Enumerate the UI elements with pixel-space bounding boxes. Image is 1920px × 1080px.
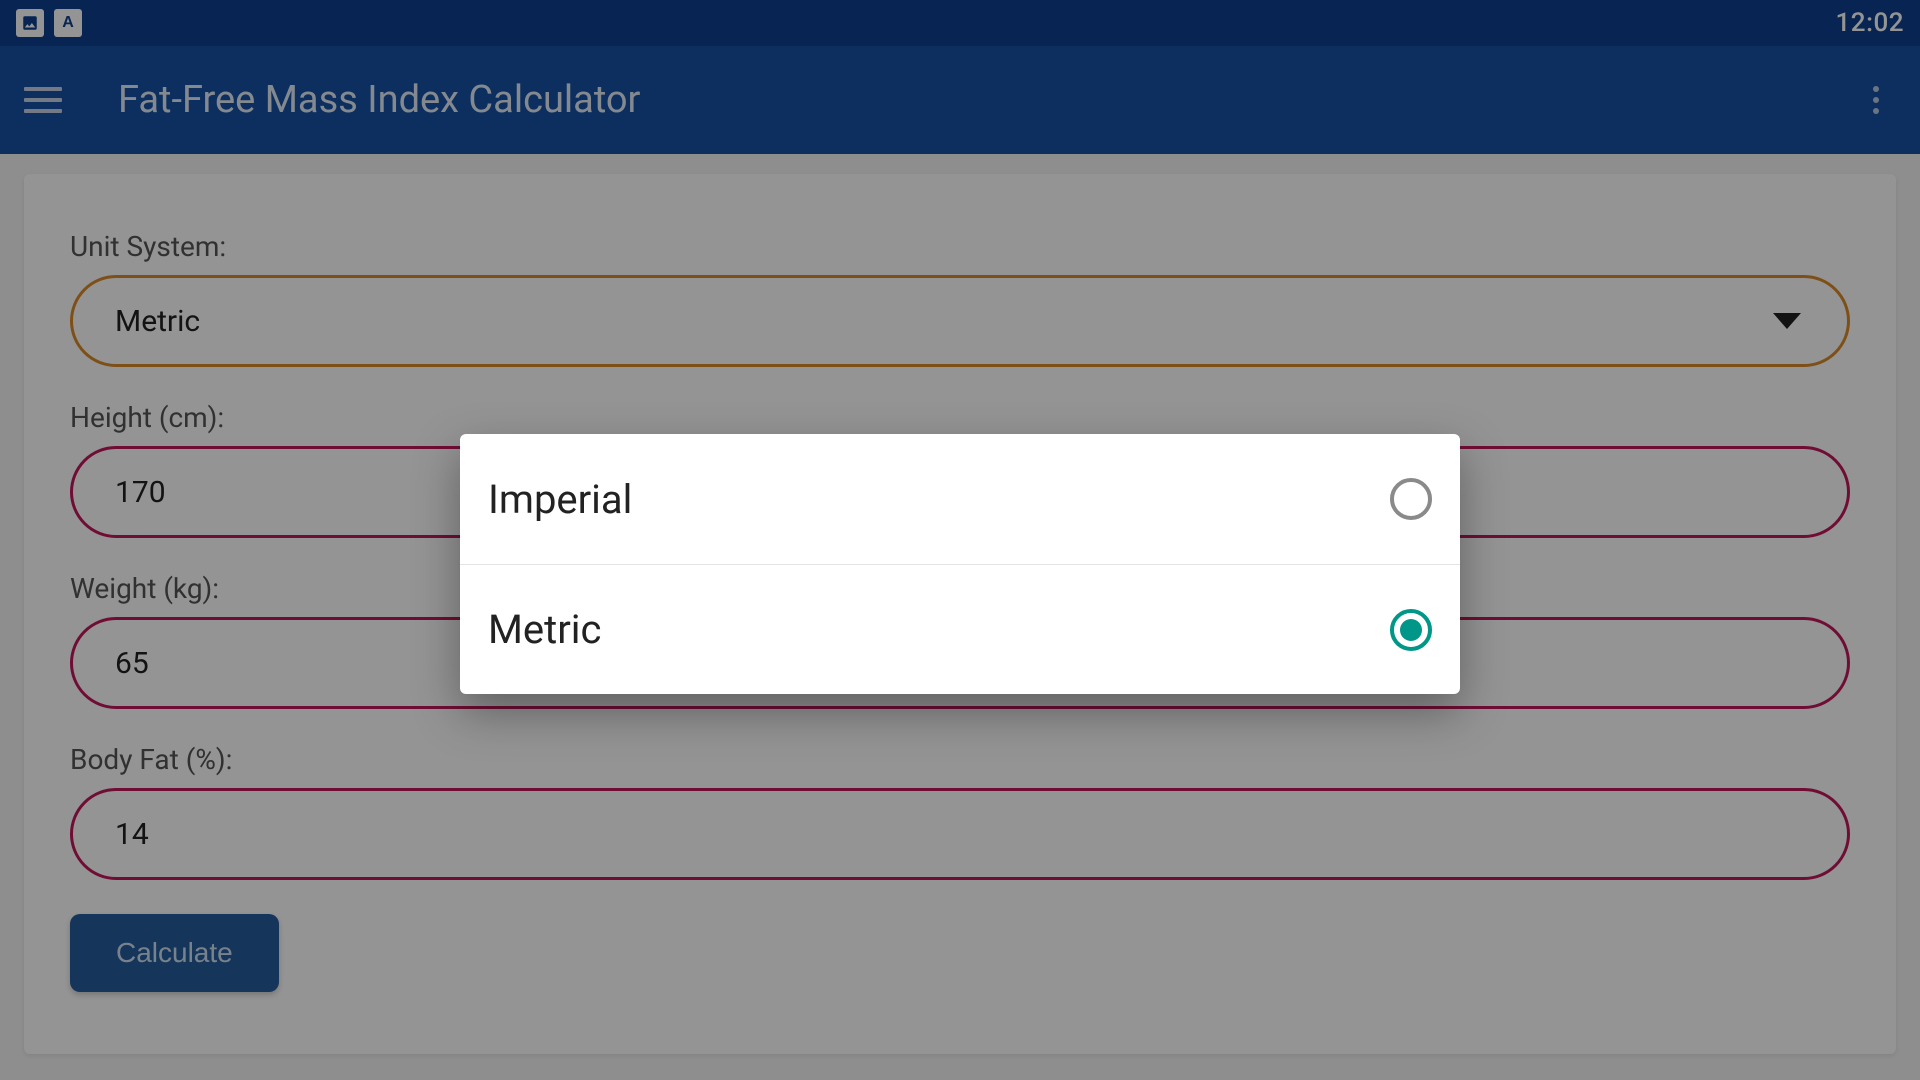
dialog-option-metric[interactable]: Metric [460, 564, 1460, 694]
radio-unselected-icon [1390, 478, 1432, 520]
dialog-option-label: Metric [488, 606, 1390, 653]
unit-system-dialog: Imperial Metric [460, 434, 1460, 694]
radio-selected-icon [1390, 609, 1432, 651]
dialog-option-label: Imperial [488, 476, 1390, 523]
dialog-option-imperial[interactable]: Imperial [460, 434, 1460, 564]
